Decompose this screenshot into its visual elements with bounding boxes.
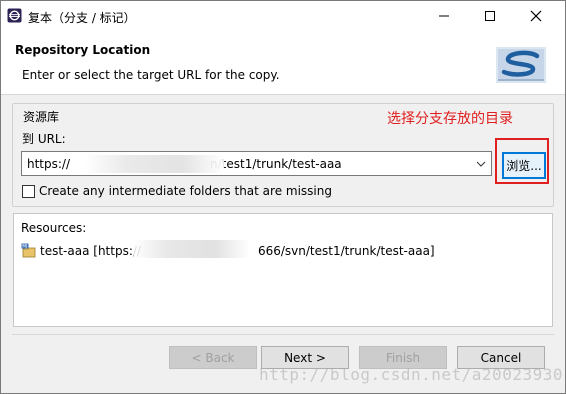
minimize-button[interactable] [429,1,459,31]
svn-project-icon: MJ [21,243,36,258]
create-folders-checkbox[interactable] [22,184,35,198]
close-icon [530,10,542,22]
chevron-down-icon[interactable] [474,156,488,172]
watermark: http://blog.csdn.net/a20023930 [259,365,563,384]
resources-panel [13,213,553,327]
repository-group-label: 资源库 [22,108,61,125]
browse-button[interactable]: 浏览... [502,152,546,179]
resource-url-suffix: 666/svn/test1/trunk/test-aaa] [257,244,435,258]
url-combobox[interactable]: https://n/test1/trunk/test-aaa [21,151,492,176]
close-button[interactable] [521,1,551,31]
maximize-button[interactable] [475,1,505,31]
resources-title: Resources: [21,221,87,235]
window-title: 复本（分支 / 标记） [28,11,136,25]
url-label: 到 URL: [22,132,66,146]
resource-name: test-aaa [40,244,90,258]
page-description: Enter or select the target URL for the c… [22,68,280,82]
create-folders-label: Create any intermediate folders that are… [39,184,332,198]
svn-wizard-icon [496,47,546,83]
back-button[interactable]: < Back [169,346,257,369]
redacted-host [132,240,250,258]
wizard-header: Repository Location Enter or select the … [1,31,565,95]
minimize-icon [439,15,449,17]
annotation-text: 选择分支存放的目录 [387,111,513,127]
title-bar: 复本（分支 / 标记） [1,1,565,31]
maximize-icon [485,11,495,21]
copy-dialog: 复本（分支 / 标记） Repository Location Enter or… [0,0,566,394]
eclipse-app-icon [7,8,22,23]
button-separator [12,334,554,335]
svg-text:MJ: MJ [22,244,27,250]
create-folders-option[interactable]: Create any intermediate folders that are… [22,184,332,198]
redacted-host [84,155,224,173]
page-title: Repository Location [15,43,151,57]
